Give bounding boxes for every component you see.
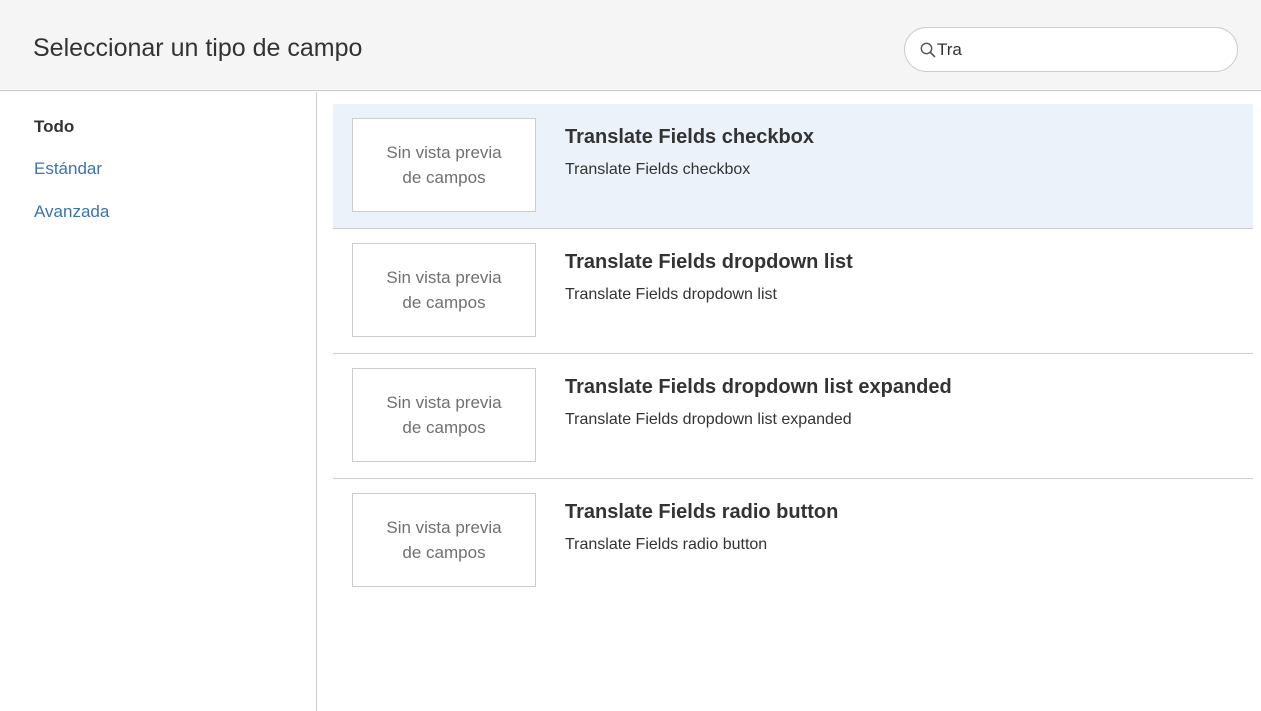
field-type-title: Translate Fields dropdown list bbox=[565, 251, 853, 273]
field-preview-placeholder: Sin vista previa de campos bbox=[352, 493, 536, 587]
preview-text-line2: de campos bbox=[402, 543, 486, 562]
field-type-description: Translate Fields checkbox bbox=[565, 161, 751, 178]
sidebar: Todo Estándar Avanzada bbox=[0, 92, 317, 711]
field-type-list: Sin vista previa de campos Translate Fie… bbox=[333, 104, 1253, 604]
preview-text-line1: Sin vista previa bbox=[386, 143, 502, 162]
preview-text-line2: de campos bbox=[402, 293, 486, 312]
field-preview-placeholder: Sin vista previa de campos bbox=[352, 243, 536, 337]
field-type-description: Translate Fields radio button bbox=[565, 536, 768, 553]
sidebar-item-todo[interactable]: Todo bbox=[34, 116, 74, 138]
field-type-row-dropdown-list-expanded[interactable]: Sin vista previa de campos Translate Fie… bbox=[333, 354, 1253, 479]
field-type-description: Translate Fields dropdown list bbox=[565, 286, 777, 303]
field-type-title: Translate Fields radio button bbox=[565, 501, 839, 523]
search-box[interactable] bbox=[904, 27, 1238, 72]
sidebar-item-avanzada[interactable]: Avanzada bbox=[34, 201, 109, 223]
search-input[interactable] bbox=[937, 36, 1222, 64]
dialog-header: Seleccionar un tipo de campo bbox=[0, 0, 1261, 91]
field-type-title: Translate Fields dropdown list expanded bbox=[565, 376, 952, 398]
page-title: Seleccionar un tipo de campo bbox=[33, 34, 363, 62]
preview-text-line1: Sin vista previa bbox=[386, 518, 502, 537]
preview-text-line1: Sin vista previa bbox=[386, 268, 502, 287]
field-preview-placeholder: Sin vista previa de campos bbox=[352, 368, 536, 462]
field-type-description: Translate Fields dropdown list expanded bbox=[565, 411, 852, 428]
search-icon bbox=[920, 42, 936, 58]
preview-text-line2: de campos bbox=[402, 168, 486, 187]
sidebar-item-estandar[interactable]: Estándar bbox=[34, 158, 102, 180]
preview-text-line2: de campos bbox=[402, 418, 486, 437]
field-type-row-radio-button[interactable]: Sin vista previa de campos Translate Fie… bbox=[333, 479, 1253, 604]
field-type-title: Translate Fields checkbox bbox=[565, 126, 814, 148]
field-preview-placeholder: Sin vista previa de campos bbox=[352, 118, 536, 212]
preview-text-line1: Sin vista previa bbox=[386, 393, 502, 412]
field-type-row-checkbox[interactable]: Sin vista previa de campos Translate Fie… bbox=[333, 104, 1253, 229]
field-type-row-dropdown-list[interactable]: Sin vista previa de campos Translate Fie… bbox=[333, 229, 1253, 354]
